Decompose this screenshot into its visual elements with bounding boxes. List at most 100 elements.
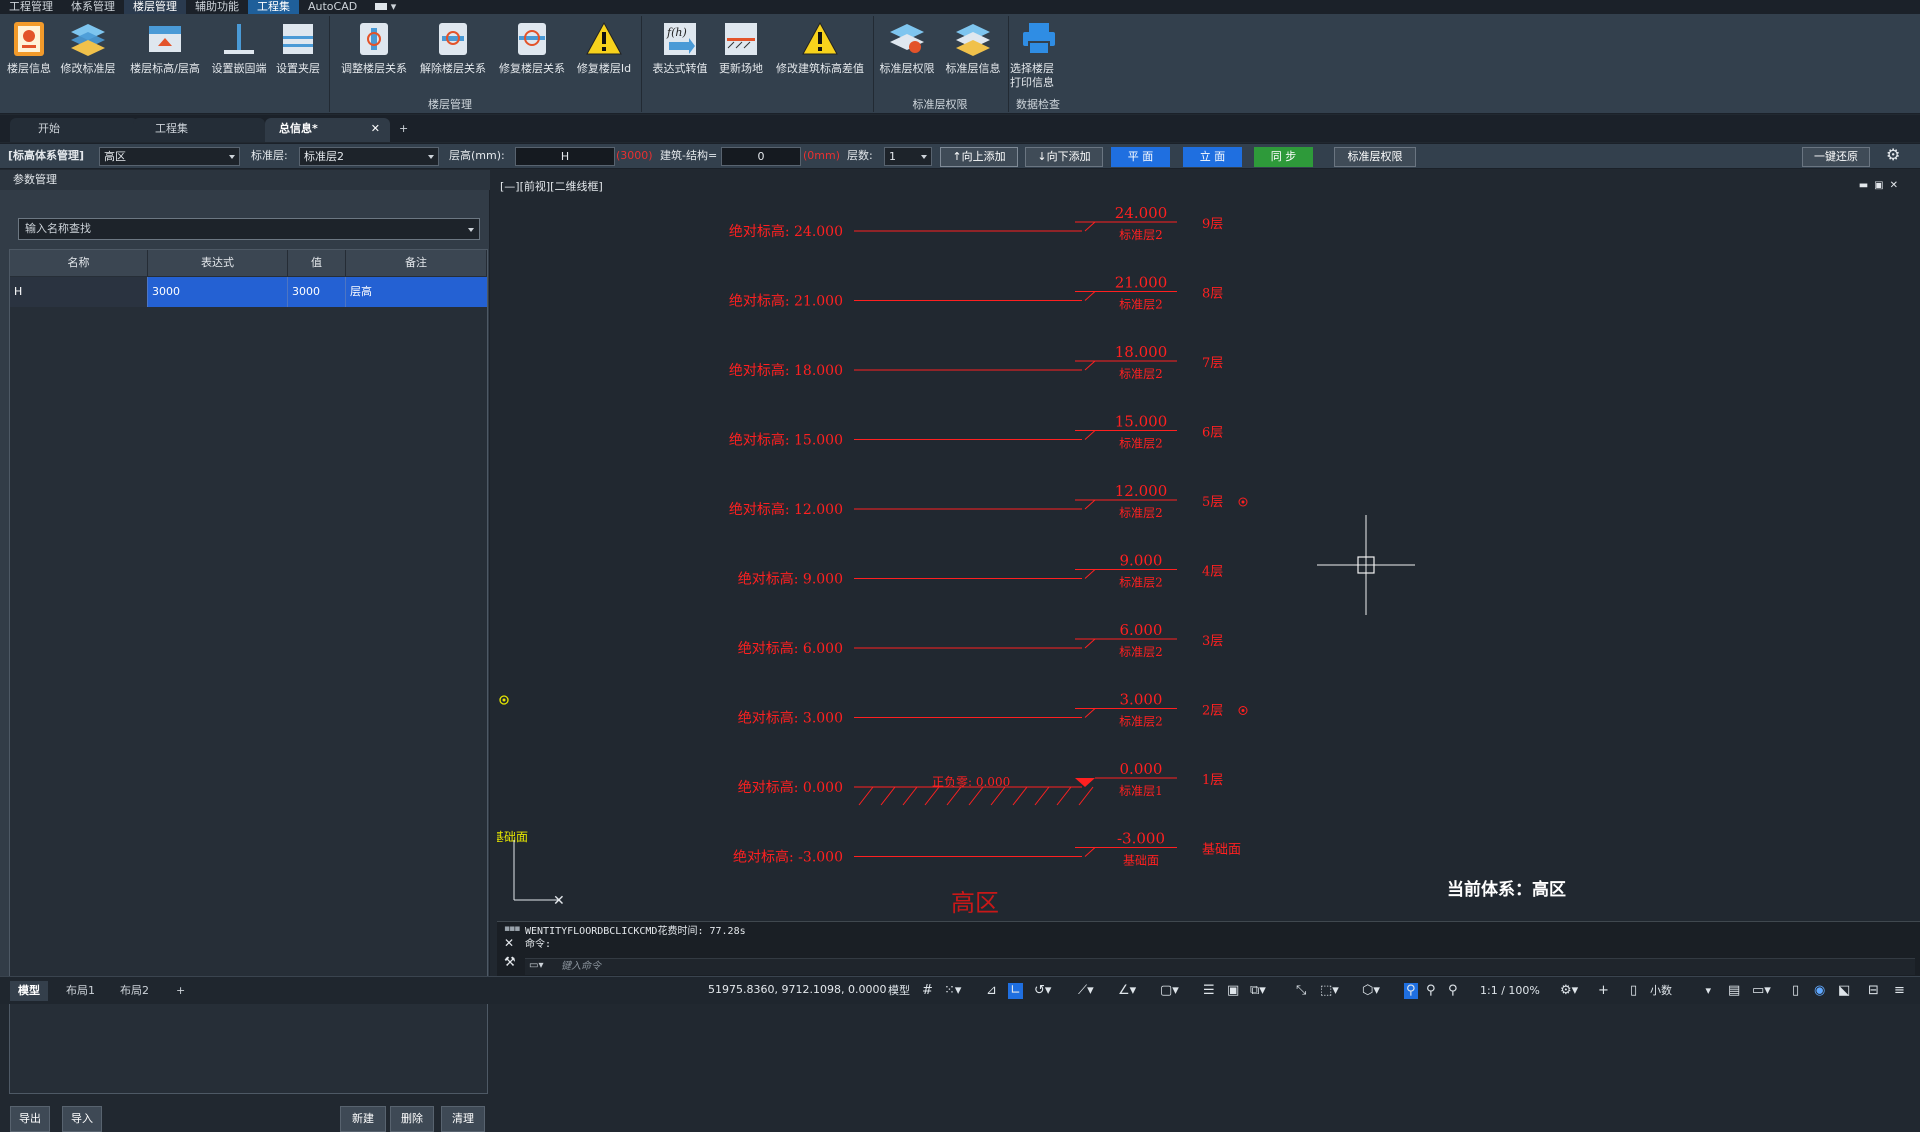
grip-icon[interactable]: ▪▪▪ <box>504 924 520 934</box>
sync-button[interactable]: 同 步 <box>1254 147 1313 167</box>
col-expr[interactable]: 表达式 <box>148 250 288 276</box>
clean-screen-icon[interactable]: ◉ <box>1814 983 1825 999</box>
customize-icon[interactable]: ≡ <box>1894 983 1905 999</box>
height-input[interactable]: H <box>515 147 615 166</box>
command-input[interactable]: 键入命令 <box>525 958 1915 975</box>
grid-icon[interactable]: # <box>922 983 933 999</box>
elevation-button[interactable]: 立 面 <box>1183 147 1242 167</box>
menu-projectset[interactable]: 工程集 <box>248 0 299 14</box>
wrench-icon[interactable]: ⚒ <box>504 955 516 970</box>
repair-floor-relation-button[interactable]: 修复楼层关系 <box>494 18 570 90</box>
fullscreen-icon[interactable]: ⊟ <box>1868 983 1879 999</box>
isolate-icon[interactable]: ▭▾ <box>1752 983 1771 999</box>
count-select[interactable]: 1 <box>884 147 932 166</box>
plan-button[interactable]: 平 面 <box>1111 147 1170 167</box>
snap-icon[interactable]: ⁙▾ <box>944 983 961 999</box>
std-floor-info-button[interactable]: 标准层信息 <box>942 18 1004 90</box>
update-site-button[interactable]: 更新场地 <box>714 18 768 90</box>
command-prompt-icon[interactable]: ▭▾ <box>529 960 543 971</box>
annotation-scale-icon[interactable]: ⚲ <box>1448 983 1458 999</box>
osnap-icon[interactable]: ▢▾ <box>1160 983 1179 999</box>
expr-to-value-button[interactable]: f(h) 表达式转值 <box>648 18 712 90</box>
ortho-icon[interactable]: ∟ <box>1008 983 1023 999</box>
set-embed-button[interactable]: 设置嵌固端 <box>208 18 270 90</box>
tab-general-info[interactable]: 总信息* ✕ <box>265 118 390 142</box>
col-name[interactable]: 名称 <box>10 250 148 276</box>
lineweight-icon[interactable]: ☰ <box>1203 983 1215 999</box>
table-row[interactable]: H 3000 3000 层高 <box>10 277 487 307</box>
system-select[interactable]: 高区 <box>99 147 240 166</box>
printer-icon <box>1020 20 1058 58</box>
print-floor-info-button[interactable]: 选择楼层 打印信息 <box>1010 18 1070 90</box>
tab-start[interactable]: 开始 <box>10 118 138 142</box>
edit-arch-elev-diff-button[interactable]: 修改建筑标高差值 <box>770 18 870 90</box>
annotation-scale-select[interactable]: 1:1 / 100% <box>1480 983 1540 999</box>
tab-projectset[interactable]: 工程集 <box>133 118 265 142</box>
menu-project[interactable]: 工程管理 <box>0 0 62 14</box>
tab-layout1[interactable]: 布局1 <box>58 981 103 1001</box>
dynamic-ucs-icon[interactable]: ⬚▾ <box>1320 983 1339 999</box>
delete-button[interactable]: 删除 <box>390 1106 434 1132</box>
plus-icon[interactable]: + <box>1598 983 1609 999</box>
menu-dropdown-icon[interactable]: ▾ <box>366 0 405 14</box>
clear-button[interactable]: 清理 <box>441 1106 485 1132</box>
transparency-icon[interactable]: ▣ <box>1227 983 1239 999</box>
units-icon[interactable]: ▯ <box>1630 983 1637 999</box>
close-tab-icon[interactable]: ✕ <box>371 118 380 140</box>
dynamic-input-icon[interactable]: ⊿ <box>986 983 997 999</box>
selection-cycling-icon[interactable]: ⧉▾ <box>1250 983 1266 999</box>
col-value[interactable]: 值 <box>288 250 346 276</box>
tab-model[interactable]: 模型 <box>10 981 48 1001</box>
edit-std-floor-button[interactable]: 修改标准层 <box>56 18 120 90</box>
add-up-button[interactable]: ↑向上添加 <box>940 147 1018 167</box>
floor-info-button[interactable]: 楼层信息 <box>4 18 54 90</box>
add-tab-icon[interactable]: + <box>392 118 416 142</box>
floor-elevation-button[interactable]: 楼层标高/层高 <box>124 18 206 90</box>
diff-input[interactable]: 0 <box>721 147 801 166</box>
add-down-button[interactable]: ↓向下添加 <box>1025 147 1103 167</box>
cell-expr[interactable]: 3000 <box>148 277 288 307</box>
units-select[interactable]: 小数 ▾ <box>1650 983 1720 999</box>
3d-osnap-icon[interactable]: ⤡ <box>1296 983 1306 999</box>
col-note[interactable]: 备注 <box>346 250 487 276</box>
polar-icon[interactable]: ↺▾ <box>1034 983 1051 999</box>
repair-floor-id-button[interactable]: 修复楼层Id <box>572 18 636 90</box>
hardware-accel-icon[interactable]: ▯ <box>1792 983 1799 999</box>
release-floor-relation-button[interactable]: 解除楼层关系 <box>414 18 492 90</box>
selection-filter-icon[interactable]: ⬡▾ <box>1362 983 1380 999</box>
isodraft-icon[interactable]: ⟋▾ <box>1078 983 1094 999</box>
cell-value[interactable]: 3000 <box>288 277 346 307</box>
annotation-autoscale-icon[interactable]: ⚲ <box>1426 983 1436 999</box>
std-floor-select[interactable]: 标准层2 <box>299 147 439 166</box>
floor-number-label: 6层 <box>1202 426 1223 441</box>
export-button[interactable]: 导出 <box>10 1106 50 1132</box>
osnap-tracking-icon[interactable]: ∠▾ <box>1118 983 1136 999</box>
tab-layout2[interactable]: 布局2 <box>112 981 157 1001</box>
menu-aux[interactable]: 辅助功能 <box>186 0 248 14</box>
annotation-visibility-icon[interactable]: ⚲ <box>1404 983 1418 999</box>
std-permission-button[interactable]: 标准层权限 <box>1334 147 1416 167</box>
menu-floor[interactable]: 楼层管理 <box>124 0 186 14</box>
cell-name[interactable]: H <box>10 277 148 307</box>
std-floor-permission-button[interactable]: 标准层权限 <box>876 18 938 90</box>
graphics-perf-icon[interactable]: ⬕ <box>1838 983 1850 999</box>
command-panel: ▪▪▪ ✕ ⚒ WENTITYFLOORDBCLICKCMD花费时间: 77.2… <box>497 921 1920 976</box>
set-mezzanine-button[interactable]: 设置夹层 <box>272 18 324 90</box>
model-space-toggle[interactable]: 模型 <box>888 983 910 999</box>
add-layout-icon[interactable]: + <box>168 981 193 1001</box>
workspace-gear-icon[interactable]: ⚙▾ <box>1560 983 1578 999</box>
gear-icon[interactable]: ⚙ <box>1886 147 1900 163</box>
cad-viewport[interactable]: [—][前视][二维线框] ▬▣✕ 绝对标高: 24.000 24.000 标准层2… <box>497 170 1920 921</box>
menu-system[interactable]: 体系管理 <box>62 0 124 14</box>
restore-button[interactable]: 一键还原 <box>1802 147 1870 167</box>
import-button[interactable]: 导入 <box>62 1106 102 1132</box>
menu-autocad[interactable]: AutoCAD <box>299 0 366 14</box>
param-table: 名称 表达式 值 备注 H 3000 3000 层高 <box>9 249 488 1094</box>
new-button[interactable]: 新建 <box>340 1106 386 1132</box>
close-icon[interactable]: ✕ <box>504 936 514 950</box>
cell-note[interactable]: 层高 <box>346 277 487 307</box>
search-input[interactable]: 输入名称查找 <box>18 218 480 240</box>
quick-properties-icon[interactable]: ▤ <box>1728 983 1740 999</box>
elevation-toolbar: [标高体系管理] 高区 标准层: 标准层2 层高(mm): H (3000) 建… <box>0 143 1920 169</box>
adjust-floor-relation-button[interactable]: 调整楼层关系 <box>336 18 412 90</box>
